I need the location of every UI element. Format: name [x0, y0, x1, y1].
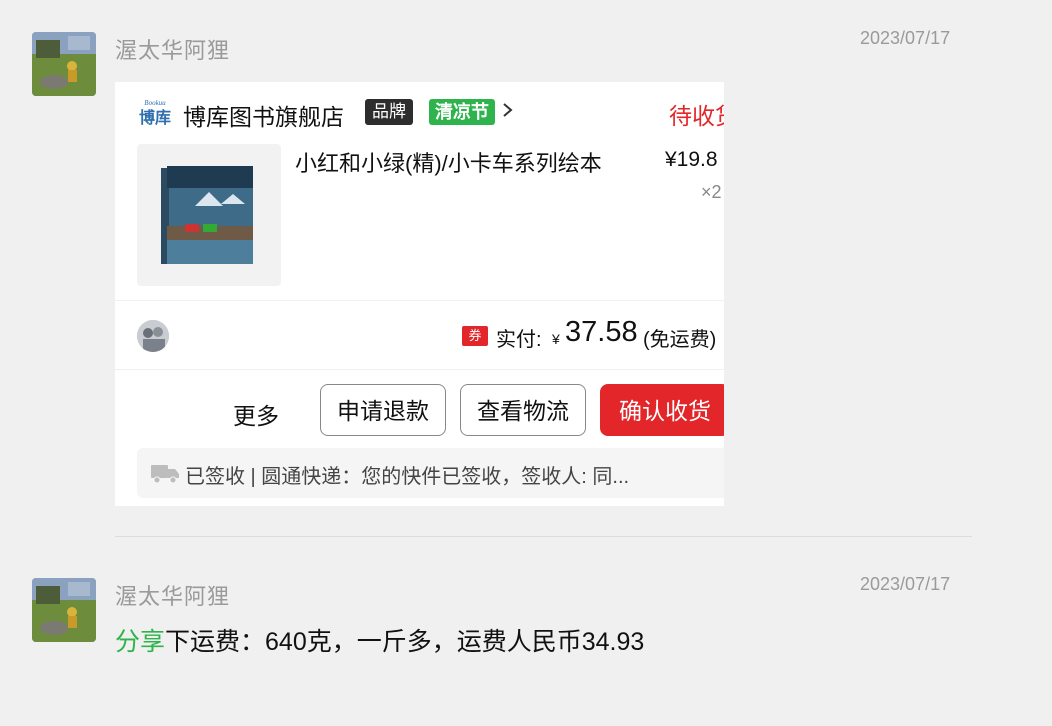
chat-message: 渥太华阿狸 2023/07/17 分享下运费：640克，一斤多，运费人民币34.…	[0, 0, 1052, 726]
sender-name[interactable]: 渥太华阿狸	[115, 579, 230, 611]
share-link[interactable]: 分享	[115, 628, 165, 656]
message-body: 下运费：640克，一斤多，运费人民币34.93	[165, 628, 645, 656]
message-text: 分享下运费：640克，一斤多，运费人民币34.93	[115, 620, 675, 664]
message-timestamp: 2023/07/17	[860, 574, 951, 594]
avatar[interactable]	[32, 578, 96, 642]
avatar-photo	[32, 578, 96, 642]
